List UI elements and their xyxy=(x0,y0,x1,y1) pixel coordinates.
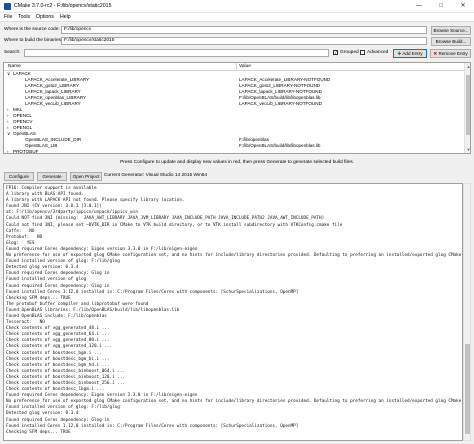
table-header: Name Value xyxy=(4,63,464,71)
menu-tools[interactable]: Tools xyxy=(18,14,30,21)
search-input[interactable] xyxy=(24,49,329,57)
checkmark-icon xyxy=(333,50,338,55)
browse-source-button[interactable]: Browse Source... xyxy=(431,25,471,35)
add-entry-label: Add Entry xyxy=(402,50,423,56)
minimize-button[interactable]: — xyxy=(408,0,430,13)
scroll-down-icon[interactable]: ▼ xyxy=(465,146,470,153)
close-button[interactable]: ✕ xyxy=(452,0,474,13)
grouped-label: Grouped xyxy=(340,50,359,55)
table-scrollbar[interactable]: ▲ ▼ xyxy=(464,63,470,153)
current-generator-label: Current Generator: Visual Studio 14 2015… xyxy=(104,173,208,178)
menu-bar: File Tools Options Help xyxy=(0,13,474,22)
browse-build-button[interactable]: Browse Build... xyxy=(431,36,471,46)
plus-icon: ✚ xyxy=(397,50,402,56)
maximize-button[interactable]: □ xyxy=(430,0,452,13)
cache-table: Name Value ∨ LAPACK LAPACK_Accelerate_LIBR… xyxy=(3,62,471,154)
menu-options[interactable]: Options xyxy=(36,14,54,21)
chevron-right-icon[interactable]: › xyxy=(7,149,8,153)
build-label: Where to build the binaries: xyxy=(4,38,63,43)
source-path-input[interactable]: F:/lib/opencv xyxy=(61,26,427,34)
log-lines: FP16: Compiler support is available A lib… xyxy=(6,186,461,440)
scroll-thumb[interactable] xyxy=(466,75,470,135)
search-label: Search: xyxy=(4,50,21,55)
generate-button[interactable]: Generate xyxy=(37,171,67,181)
close-icon: ✕ xyxy=(460,3,466,9)
advanced-label: Advanced xyxy=(367,50,389,55)
maximize-icon: □ xyxy=(439,3,443,9)
remove-entry-button[interactable]: ✖ Remove Entry xyxy=(430,48,471,58)
grouped-checkbox[interactable] xyxy=(333,50,339,56)
cmake-app-icon xyxy=(4,3,11,10)
menu-help[interactable]: Help xyxy=(60,14,71,21)
x-icon: ✖ xyxy=(433,50,438,56)
log-scroll-thumb[interactable] xyxy=(465,344,470,434)
column-divider[interactable] xyxy=(236,63,237,71)
table-cell-name: PROTOBUF xyxy=(13,149,39,154)
log-scrollbar[interactable] xyxy=(463,183,471,441)
table-rows: ∨ LAPACK LAPACK_Accelerate_LIBRARY LAPACK_A… xyxy=(4,71,464,154)
table-group-row[interactable]: › PROTOBUF xyxy=(4,149,464,154)
remove-entry-label: Remove Entry xyxy=(438,50,468,56)
checkbox-box xyxy=(360,50,365,55)
window-title: CMake 3.7.0-rc2 - F:/lib/opencv/static20… xyxy=(14,3,112,9)
menu-file[interactable]: File xyxy=(4,14,12,21)
scroll-up-icon[interactable]: ▲ xyxy=(465,63,470,70)
status-message: Press Configure to update and display ne… xyxy=(120,160,354,165)
add-entry-button[interactable]: ✚ Add Entry xyxy=(393,48,427,58)
column-header-value[interactable]: Value xyxy=(239,63,251,71)
advanced-checkbox[interactable] xyxy=(360,50,366,56)
minimize-icon: — xyxy=(416,3,422,9)
build-path-input[interactable]: F:/lib/opencv/static2015 xyxy=(61,37,427,45)
open-project-button[interactable]: Open Project xyxy=(70,171,102,181)
configure-button[interactable]: Configure xyxy=(4,171,34,181)
title-bar: CMake 3.7.0-rc2 - F:/lib/opencv/static20… xyxy=(0,0,474,13)
output-log[interactable]: FP16: Compiler support is available A lib… xyxy=(3,183,463,441)
column-header-name[interactable]: Name xyxy=(8,63,21,71)
source-label: Where is the source code: xyxy=(4,27,60,32)
